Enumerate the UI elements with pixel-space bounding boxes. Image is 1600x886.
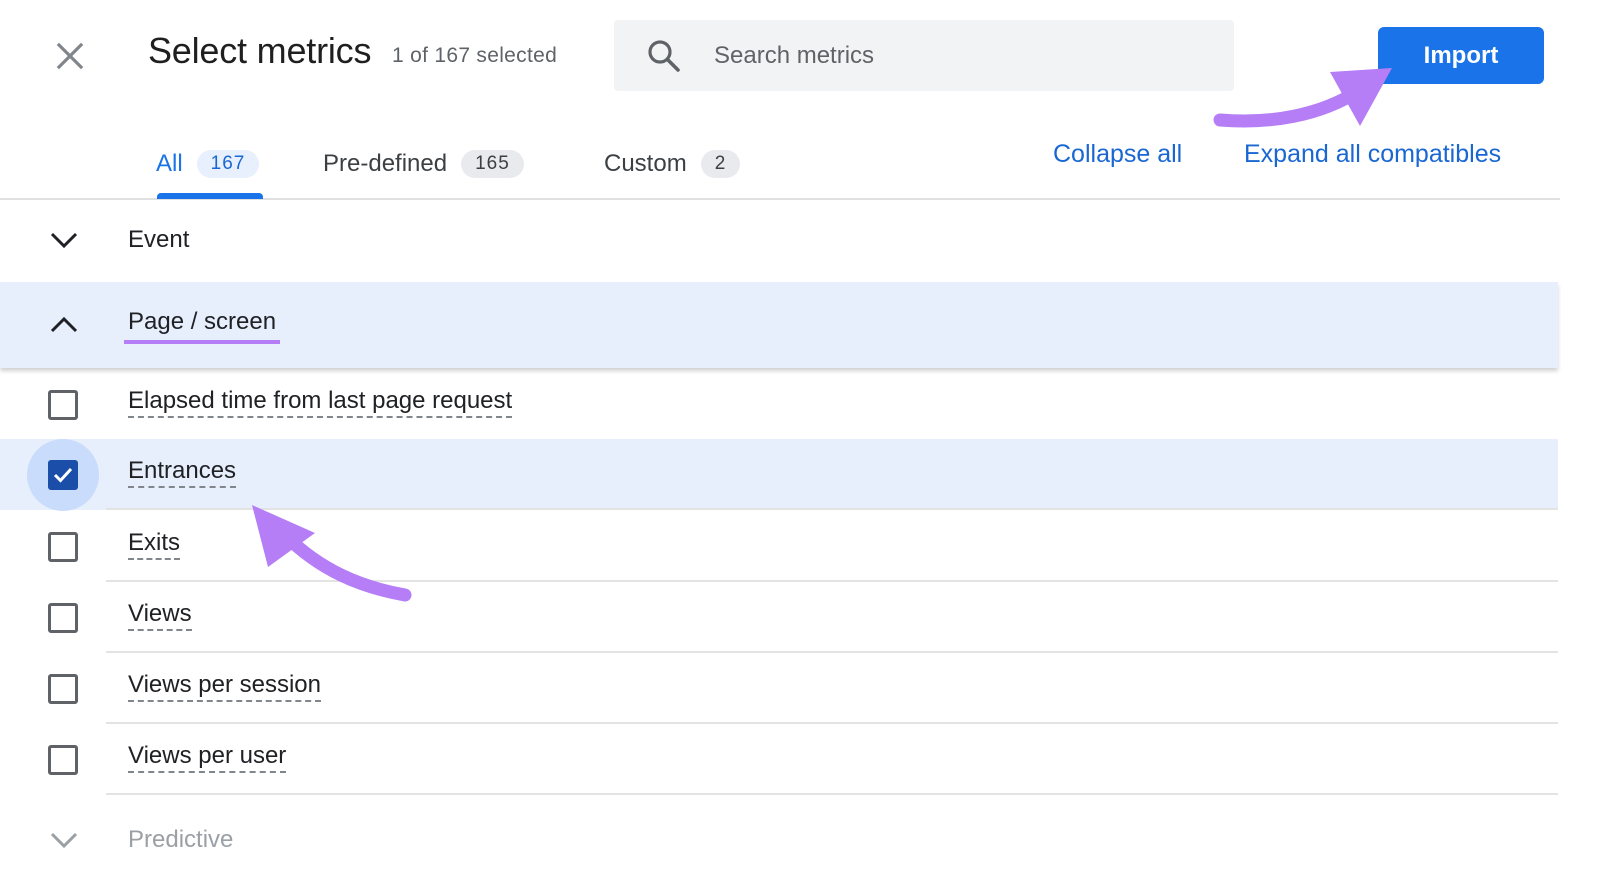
tab-pre-defined[interactable]: Pre-defined 165 [323, 130, 524, 198]
group-label: Page / screen [124, 308, 281, 344]
metric-label[interactable]: Elapsed time from last page request [128, 387, 513, 418]
expand-all-compatibles-link[interactable]: Expand all compatibles [1244, 140, 1501, 169]
metric-checkbox[interactable] [27, 438, 99, 511]
checkbox-unchecked-icon [48, 389, 78, 420]
metric-row[interactable]: Views per user [0, 724, 1558, 795]
tab-label: Pre-defined [323, 150, 448, 177]
metric-checkbox[interactable] [27, 653, 99, 724]
group-event[interactable]: Event [0, 200, 1558, 280]
row-divider [106, 793, 1558, 795]
metric-checkbox[interactable] [27, 369, 99, 440]
checkbox-unchecked-icon [48, 673, 78, 704]
group-label: Event [128, 226, 190, 253]
metric-label[interactable]: Views [128, 600, 192, 631]
import-button[interactable]: Import [1378, 27, 1544, 84]
metric-row[interactable]: Exits [0, 511, 1558, 582]
checkbox-unchecked-icon [48, 744, 78, 775]
metric-row[interactable]: Views per session [0, 653, 1558, 724]
chevron-down-icon[interactable] [44, 220, 84, 260]
metric-checkbox[interactable] [27, 724, 99, 795]
checkbox-unchecked-icon [48, 531, 78, 562]
close-icon [56, 42, 84, 70]
metric-row[interactable]: Views [0, 582, 1558, 653]
selection-status: 1 of 167 selected [392, 44, 558, 67]
metric-checkbox[interactable] [27, 582, 99, 653]
group-page-screen[interactable]: Page / screen [0, 282, 1558, 368]
metric-label[interactable]: Entrances [128, 457, 237, 488]
metric-label[interactable]: Views per user [128, 742, 287, 773]
search-icon [644, 36, 684, 76]
group-label: Predictive [128, 826, 234, 853]
checkbox-checked-icon [48, 459, 78, 490]
tab-count-badge: 167 [196, 150, 260, 178]
dialog-title: Select metrics [148, 30, 372, 71]
row-divider [106, 508, 1558, 510]
tab-custom[interactable]: Custom 2 [604, 130, 741, 198]
metric-row[interactable]: Entrances [0, 438, 1558, 511]
group-predictive[interactable]: Predictive [0, 815, 1558, 865]
chevron-down-icon[interactable] [44, 820, 84, 860]
chevron-up-icon[interactable] [44, 305, 84, 345]
metric-checkbox[interactable] [27, 511, 99, 582]
tab-all[interactable]: All 167 [156, 130, 260, 198]
metric-label[interactable]: Exits [128, 529, 181, 560]
collapse-all-link[interactable]: Collapse all [1053, 140, 1182, 169]
tab-count-badge: 165 [461, 150, 524, 178]
metric-row[interactable]: Elapsed time from last page request [0, 369, 1558, 440]
search-box[interactable] [614, 20, 1234, 91]
metric-label[interactable]: Views per session [128, 671, 321, 702]
tab-count-badge: 2 [700, 150, 741, 178]
tab-label: All [156, 150, 183, 177]
checkbox-unchecked-icon [48, 602, 78, 633]
active-tab-indicator [157, 193, 263, 199]
close-button[interactable] [48, 34, 92, 78]
tab-label: Custom [604, 150, 687, 177]
search-input[interactable] [714, 41, 1194, 70]
